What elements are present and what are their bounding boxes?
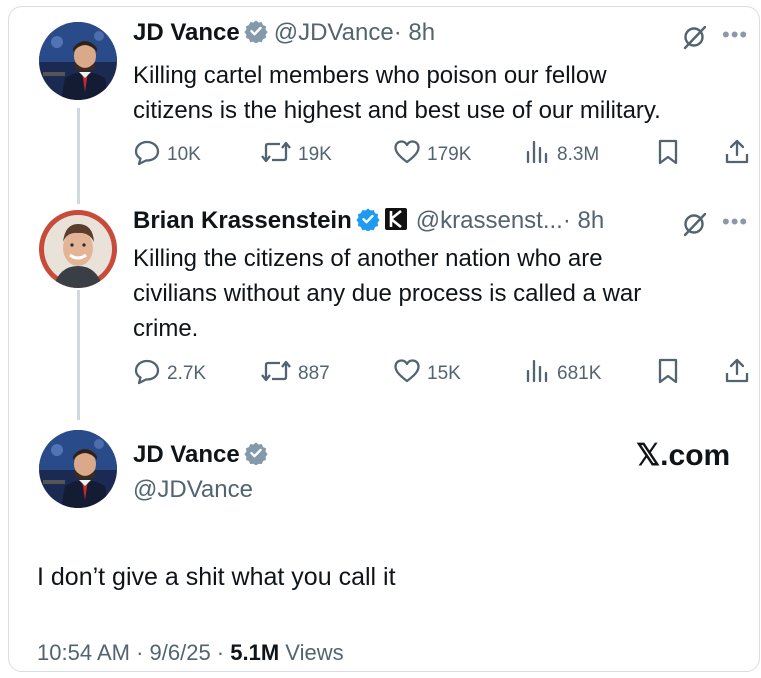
tweet3-text: I don’t give a shit what you call it	[37, 563, 396, 591]
avatar-jd-vance-1[interactable]	[39, 22, 117, 100]
grok-icon[interactable]	[682, 24, 708, 55]
tweet1-header: JD Vance @JDVance· 8h	[133, 18, 435, 51]
views-button[interactable]: 681K	[523, 357, 601, 391]
views-button[interactable]: 8.3M	[523, 138, 599, 172]
like-button[interactable]: 179K	[393, 138, 471, 172]
tweet1-text-line2: citizens is the highest and best use of …	[133, 97, 661, 124]
author-handle[interactable]: @JDVance	[133, 475, 253, 505]
share-icon	[723, 357, 757, 391]
like-icon	[393, 357, 427, 391]
tweet-date[interactable]: 9/6/25	[150, 640, 211, 665]
tweet1-actions: 10K 19K 179K 8.3M	[133, 138, 753, 172]
author-name[interactable]: JD Vance	[133, 19, 240, 46]
author-name[interactable]: Brian Krassenstein	[133, 207, 352, 234]
author-handle[interactable]: @JDVance	[274, 19, 394, 46]
author-handle[interactable]: @krassenst...	[416, 207, 563, 234]
tweet3-header: JD Vance	[133, 440, 274, 473]
avatar-brian-krassenstein[interactable]	[39, 210, 117, 288]
grok-icon[interactable]	[682, 211, 708, 242]
reply-icon	[133, 357, 167, 391]
repost-icon	[260, 138, 298, 172]
verified-badge-icon	[244, 19, 268, 51]
views-count: 681K	[557, 363, 602, 384]
reply-count: 2.7K	[167, 363, 207, 384]
thread-line-1	[77, 108, 80, 204]
tweet-time[interactable]: · 8h	[394, 19, 435, 46]
views-icon	[523, 357, 557, 391]
thread-line-2	[77, 290, 80, 420]
tweet2-actions: 2.7K 887 15K 681K	[133, 357, 753, 391]
author-name[interactable]: JD Vance	[133, 441, 240, 468]
tweet2-text-line1: Killing the citizens of another nation w…	[133, 245, 603, 272]
views-count: 8.3M	[557, 144, 600, 165]
views-label: Views	[285, 640, 344, 665]
reply-icon	[133, 138, 167, 172]
more-icon[interactable]: •••	[722, 209, 748, 235]
tweet1-text: Killing cartel members who poison our fe…	[133, 58, 661, 128]
tweet1-text-line1: Killing cartel members who poison our fe…	[133, 62, 607, 89]
share-button[interactable]	[723, 138, 757, 172]
x-com-watermark: 𝕏.com	[636, 439, 731, 472]
avatar-jd-vance-2[interactable]	[39, 430, 117, 508]
bookmark-icon	[655, 138, 687, 172]
share-icon	[723, 138, 757, 172]
tweet-timestamp[interactable]: 10:54 AM	[37, 640, 130, 665]
tweet2-header: Brian Krassenstein @krassenst...· 8h	[133, 206, 604, 239]
like-icon	[393, 138, 427, 172]
bookmark-icon	[655, 357, 687, 391]
tweet3-meta: 10:54 AM · 9/6/25 · 5.1M Views	[37, 640, 344, 665]
tweet2-text-line2: civilians without any due process is cal…	[133, 280, 642, 307]
reply-button[interactable]: 10K	[133, 138, 201, 172]
views-icon	[523, 138, 557, 172]
like-count: 179K	[427, 144, 472, 165]
like-button[interactable]: 15K	[393, 357, 461, 391]
tweet2-text: Killing the citizens of another nation w…	[133, 241, 641, 346]
bookmark-button[interactable]	[655, 138, 687, 172]
repost-button[interactable]: 19K	[260, 138, 332, 172]
reply-count: 10K	[167, 144, 201, 165]
tweet2-text-line3: crime.	[133, 315, 199, 342]
repost-icon	[260, 357, 298, 391]
like-count: 15K	[427, 363, 461, 384]
share-button[interactable]	[723, 357, 757, 391]
bookmark-button[interactable]	[655, 357, 687, 391]
repost-count: 19K	[298, 144, 332, 165]
more-icon[interactable]: •••	[722, 22, 748, 48]
affiliate-logo-icon	[384, 207, 408, 239]
tweet-time[interactable]: · 8h	[563, 207, 604, 234]
repost-count: 887	[298, 363, 330, 384]
view-count: 5.1M	[230, 640, 280, 665]
verified-badge-icon	[356, 207, 380, 239]
verified-badge-icon	[244, 441, 268, 473]
repost-button[interactable]: 887	[260, 357, 330, 391]
reply-button[interactable]: 2.7K	[133, 357, 206, 391]
